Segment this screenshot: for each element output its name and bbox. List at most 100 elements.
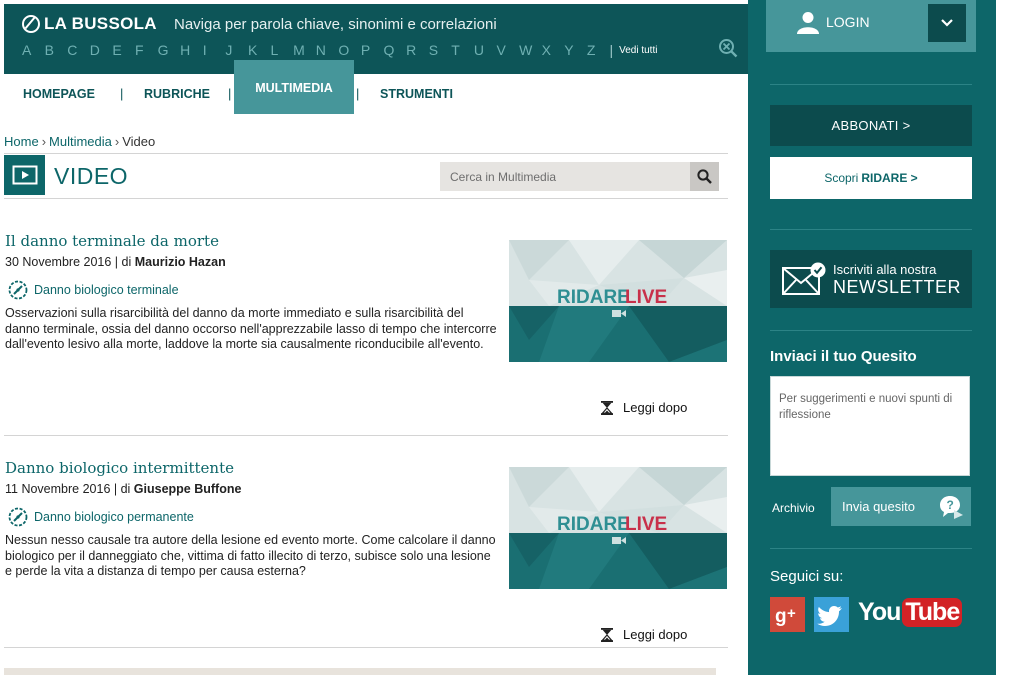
archivio-link[interactable]: Archivio [772,501,815,515]
login-box[interactable]: LOGIN [766,0,976,52]
alpha-letter-g[interactable]: G [158,42,181,58]
divider [4,198,728,199]
newsletter-button[interactable]: Iscriviti alla nostra NEWSLETTER [770,250,972,308]
sidebar: LOGIN ABBONATI > Scopri RIDARE > Iscrivit… [748,0,996,675]
alpha-letter-c[interactable]: C [67,42,90,58]
article-author[interactable]: Giuseppe Buffone [134,482,242,496]
sidebar-divider [770,84,972,85]
alpha-letter-k[interactable]: K [248,42,271,58]
breadcrumb-multimedia[interactable]: Multimedia [49,134,112,149]
alpha-letter-t[interactable]: T [451,42,474,58]
thumb-brand-ridare: RIDARE [557,287,630,308]
breadcrumb-separator: › [114,134,120,149]
alpha-letter-e[interactable]: E [112,42,135,58]
search-button[interactable] [690,162,719,191]
alpha-letter-d[interactable]: D [90,42,113,58]
breadcrumb-home[interactable]: Home [4,134,39,149]
read-later-label: Leggi dopo [623,400,688,415]
multimedia-search-input[interactable] [440,162,690,191]
divider [4,153,728,154]
article-tag[interactable]: Danno biologico permanente [8,507,194,527]
alpha-letter-x[interactable]: X [542,42,565,58]
article-title[interactable]: Il danno terminale da morte [5,232,219,250]
seguici-label: Seguici su: [770,568,844,585]
main-nav: HOMEPAGE | RUBRICHE | MULTIMEDIA | STRUM… [4,60,748,118]
article-meta: 11 Novembre 2016 | di Giuseppe Buffone [5,482,241,496]
nav-homepage[interactable]: HOMEPAGE [23,87,95,101]
alpha-letter-f[interactable]: F [135,42,158,58]
alpha-letter-v[interactable]: V [496,42,519,58]
alpha-letter-l[interactable]: L [271,42,294,58]
nav-separator: | [120,86,124,101]
login-dropdown-button[interactable] [928,4,966,42]
compass-tag-icon [8,280,28,300]
alpha-all-link[interactable]: Vedi tutti [619,45,657,56]
article-description: Nessun nesso causale tra autore della le… [5,533,496,578]
article-description: Osservazioni sulla risarcibilità del dan… [5,306,497,351]
question-bubble-icon: ? [940,496,963,519]
article-card: Danno biologico intermittente 11 Novembr… [4,459,728,642]
quesito-title: Inviaci il tuo Quesito [770,348,917,365]
sidebar-divider [770,229,972,230]
alpha-letter-u[interactable]: U [474,42,497,58]
nav-multimedia[interactable]: MULTIMEDIA [234,60,354,114]
alpha-letter-p[interactable]: P [361,42,384,58]
alpha-letter-n[interactable]: N [316,42,339,58]
article-author[interactable]: Maurizio Hazan [135,255,226,269]
hourglass-icon [601,400,613,415]
read-later-button[interactable]: Leggi dopo [601,400,687,415]
sidebar-divider [770,330,972,331]
article-title[interactable]: Danno biologico intermittente [5,459,234,477]
read-later-label: Leggi dopo [623,627,688,642]
alpha-letter-s[interactable]: S [429,42,452,58]
youtube-tube: Tube [902,598,963,627]
article-date: 30 Novembre 2016 | di [5,255,132,269]
svg-text:+: + [787,605,796,622]
thumb-brand-live: LIVE [625,514,667,535]
alpha-letter-b[interactable]: B [45,42,68,58]
alpha-letter-y[interactable]: Y [564,42,587,58]
youtube-you: You [858,598,901,626]
quesito-textarea[interactable]: Per suggerimenti e nuovi spunti di rifle… [770,376,970,476]
svg-text:g: g [775,606,787,627]
alpha-letter-h[interactable]: H [180,42,203,58]
video-thumbnail[interactable]: RIDARE LIVE [509,240,727,362]
divider [4,435,728,436]
newsletter-line2: NEWSLETTER [833,277,962,297]
alpha-letter-o[interactable]: O [338,42,361,58]
thumb-brand-live: LIVE [625,287,667,308]
alpha-letter-z[interactable]: Z [587,42,610,58]
hourglass-icon [601,627,613,642]
alpha-separator: | [609,42,614,58]
alpha-letter-m[interactable]: M [293,42,316,58]
nav-strumenti[interactable]: STRUMENTI [380,87,453,101]
logo[interactable]: LA BUSSOLA [22,14,157,34]
video-thumbnail[interactable]: RIDARE LIVE [509,467,727,589]
youtube-icon[interactable]: You Tube [858,598,963,627]
next-article-thumbnail [4,668,716,675]
article-tag-label: Danno biologico permanente [34,510,194,524]
multimedia-search [440,162,719,191]
breadcrumb-separator: › [41,134,47,149]
alpha-letter-j[interactable]: J [225,42,248,58]
twitter-icon[interactable] [814,597,849,632]
alpha-letter-w[interactable]: W [519,42,542,58]
article-tag[interactable]: Danno biologico terminale [8,280,179,300]
search-close-icon[interactable] [718,38,738,58]
alpha-letter-r[interactable]: R [406,42,429,58]
read-later-button[interactable]: Leggi dopo [601,627,687,642]
abbonati-button[interactable]: ABBONATI > [770,105,972,146]
alpha-letter-q[interactable]: Q [384,42,407,58]
ridare-prefix: Scopri [824,171,859,185]
google-plus-icon[interactable]: g + [770,597,805,632]
alpha-letter-a[interactable]: A [22,42,45,58]
search-icon [697,169,712,184]
article-date: 11 Novembre 2016 | di [5,482,131,496]
scopri-ridare-button[interactable]: Scopri RIDARE > [770,157,972,199]
nav-rubriche[interactable]: RUBRICHE [144,87,210,101]
article-tag-label: Danno biologico terminale [34,283,179,297]
alpha-letter-i[interactable]: I [203,42,226,58]
video-icon [4,155,45,195]
page-title: VIDEO [54,163,129,189]
invia-quesito-button[interactable]: Invia quesito ? [831,487,971,526]
